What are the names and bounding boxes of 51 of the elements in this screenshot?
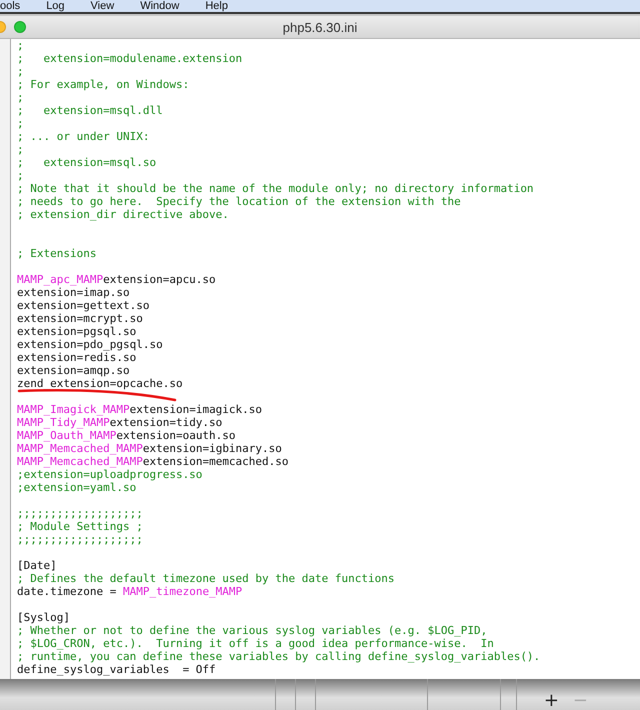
code-line: ; — [17, 117, 24, 130]
code-line: ; Whether or not to define the various syslog variables (e.g. $LOG_PID, — [17, 624, 488, 637]
zoom-button[interactable] — [14, 21, 26, 33]
code-line: ; Defines the default timezone used by the date functions — [17, 572, 394, 585]
code-line: MAMP_Imagick_MAMPextension=imagick.so — [17, 403, 262, 416]
text-editor[interactable] — [0, 39, 640, 679]
menu-item[interactable]: View — [90, 0, 126, 12]
code-line: ;;;;;;;;;;;;;;;;;;; — [17, 507, 143, 520]
code-line: define_syslog_variables = Off — [17, 663, 216, 676]
code-line: MAMP_Tidy_MAMPextension=tidy.so — [17, 416, 222, 429]
code-line: date.timezone = MAMP_timezone_MAMP — [17, 585, 242, 598]
code-line: MAMP_Oauth_MAMPextension=oauth.so — [17, 429, 236, 442]
code-line: ; $LOG_CRON, etc.). Turning it off is a good idea performance-wise. In — [17, 637, 494, 650]
code-line: ; ... or under UNIX: — [17, 130, 150, 143]
code-line: ; — [17, 143, 24, 156]
code-line: MAMP_apc_MAMPextension=apcu.so — [17, 273, 216, 286]
code-line: ; extension=msql.dll — [17, 104, 163, 117]
code-line: ; Module Settings ; — [17, 520, 143, 533]
code-line: zend_extension=opcache.so — [17, 377, 183, 390]
code-line: extension=imap.so — [17, 286, 130, 299]
menu-item[interactable]: Help — [205, 0, 240, 12]
code-line: ;extension=uploadprogress.so — [17, 468, 202, 481]
code-line: [Date] — [17, 559, 57, 572]
code-line: ; extension_dir directive above. — [17, 208, 229, 221]
code-line: ; Note that it should be the name of the module only; no directory information — [17, 182, 534, 195]
menu-item[interactable]: Window — [140, 0, 192, 12]
code-line: extension=amqp.so — [17, 364, 130, 377]
code-line: ; Extensions — [17, 247, 96, 260]
code-line: extension=redis.so — [17, 351, 136, 364]
code-line: ;extension=yaml.so — [17, 481, 136, 494]
code-line: ; — [17, 91, 24, 104]
code-line: ; extension=modulename.extension — [17, 52, 242, 65]
code-line: ; needs to go here. Specify the location of the extension with the — [17, 195, 461, 208]
window-title: php5.6.30.ini — [282, 20, 358, 34]
code-line: ; extension=msql.so — [17, 156, 156, 169]
code-line: [Syslog] — [17, 611, 70, 624]
code-line: ; runtime, you can define these variables by calling define_syslog_variables(). — [17, 650, 540, 663]
code-line: extension=pdo_pgsql.so — [17, 338, 163, 351]
code-line: ; For example, on Windows: — [17, 78, 190, 91]
code-line: ; — [17, 65, 24, 78]
code-line: MAMP_Memcached_MAMPextension=memcached.so — [17, 455, 289, 468]
code-line: extension=pgsql.so — [17, 325, 136, 338]
menu-item[interactable]: ools — [0, 0, 32, 12]
add-button[interactable]: + — [540, 692, 563, 710]
code-line: ; — [17, 169, 24, 182]
code-line: extension=gettext.so — [17, 299, 150, 312]
code-line: extension=mcrypt.so — [17, 312, 143, 325]
code-line: ;;;;;;;;;;;;;;;;;;; — [17, 533, 143, 546]
code-line: MAMP_Memcached_MAMPextension=igbinary.so — [17, 442, 282, 455]
menu-item[interactable]: Log — [46, 0, 77, 12]
code-line: ; — [17, 39, 24, 52]
